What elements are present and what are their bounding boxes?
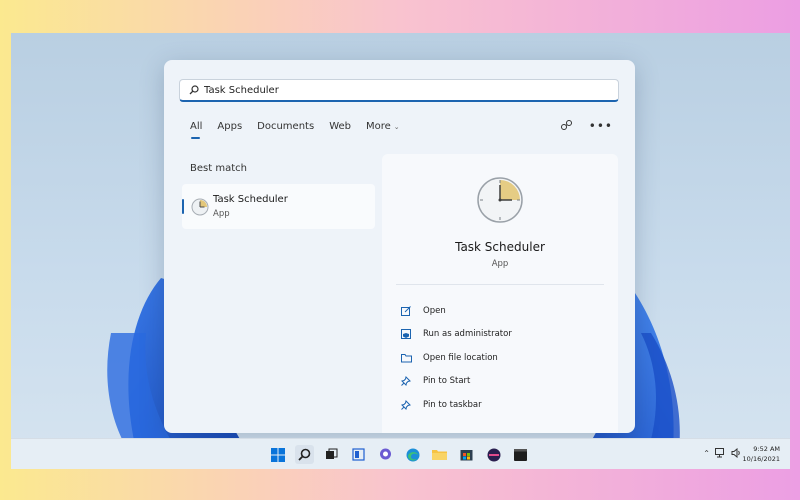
app-detail-type: App bbox=[491, 259, 509, 269]
volume-icon[interactable] bbox=[731, 448, 742, 458]
app-actions-list: Open Run as administrator Open file loca… bbox=[400, 299, 512, 417]
best-match-type: App bbox=[213, 209, 230, 219]
pin-to-taskbar-label: Pin to taskbar bbox=[423, 399, 482, 410]
search-box[interactable] bbox=[179, 79, 619, 102]
tab-more-label: More bbox=[366, 121, 391, 132]
tab-more[interactable]: More ⌄ bbox=[366, 121, 400, 132]
app-detail-pane: Task Scheduler App Open Run as administr… bbox=[382, 154, 618, 433]
admin-shield-icon bbox=[400, 328, 412, 340]
pin-to-start-action[interactable]: Pin to Start bbox=[400, 370, 512, 394]
taskbar: ⌃ 9:52 AM 10/16/2021 bbox=[11, 438, 790, 469]
tab-all[interactable]: All bbox=[190, 121, 202, 139]
best-match-name: Task Scheduler bbox=[213, 194, 288, 205]
more-options-icon[interactable]: ••• bbox=[589, 120, 613, 132]
file-explorer-icon[interactable] bbox=[430, 445, 449, 464]
pin-to-start-label: Pin to Start bbox=[423, 376, 471, 387]
pin-icon bbox=[400, 399, 412, 411]
chevron-down-icon: ⌄ bbox=[393, 123, 400, 131]
clock-time: 9:52 AM bbox=[753, 445, 780, 453]
search-tabs: All Apps Documents Web More ⌄ bbox=[190, 121, 415, 139]
clock-date: 10/16/2021 bbox=[742, 455, 780, 463]
open-icon bbox=[400, 305, 412, 317]
terminal-icon[interactable] bbox=[511, 445, 530, 464]
edge-icon[interactable] bbox=[403, 445, 422, 464]
task-view-icon[interactable] bbox=[322, 445, 341, 464]
divider bbox=[396, 284, 604, 285]
start-search-panel: All Apps Documents Web More⌄ ••• Best ma… bbox=[164, 60, 635, 433]
run-as-admin-action[interactable]: Run as administrator bbox=[400, 323, 512, 347]
chat-icon[interactable] bbox=[376, 445, 395, 464]
open-file-location-label: Open file location bbox=[423, 352, 498, 363]
open-action-label: Open bbox=[423, 305, 446, 316]
desktop: All Apps Documents Web More⌄ ••• Best ma… bbox=[11, 33, 790, 469]
search-icon[interactable] bbox=[295, 445, 314, 464]
media-icon[interactable] bbox=[484, 445, 503, 464]
tab-documents[interactable]: Documents bbox=[257, 121, 314, 132]
store-icon[interactable] bbox=[457, 445, 476, 464]
system-tray: ⌃ bbox=[703, 448, 742, 458]
tab-web[interactable]: Web bbox=[329, 121, 351, 132]
chevron-up-icon[interactable]: ⌃ bbox=[703, 449, 710, 458]
open-action[interactable]: Open bbox=[400, 299, 512, 323]
share-icon[interactable] bbox=[560, 119, 573, 132]
best-match-item[interactable]: Task Scheduler App bbox=[182, 184, 375, 229]
tab-apps[interactable]: Apps bbox=[217, 121, 242, 132]
task-scheduler-clock-icon bbox=[477, 177, 523, 223]
taskbar-apps bbox=[268, 445, 530, 464]
search-icon bbox=[189, 85, 199, 95]
folder-icon bbox=[400, 352, 412, 364]
taskbar-clock[interactable]: 9:52 AM 10/16/2021 bbox=[743, 444, 780, 464]
header-actions: ••• bbox=[560, 119, 613, 132]
open-file-location-action[interactable]: Open file location bbox=[400, 346, 512, 370]
task-scheduler-clock-icon bbox=[191, 198, 209, 216]
widgets-icon[interactable] bbox=[349, 445, 368, 464]
best-match-heading: Best match bbox=[190, 163, 247, 174]
app-detail-name: Task Scheduler bbox=[455, 240, 545, 254]
windows-start-icon[interactable] bbox=[268, 445, 287, 464]
selection-indicator bbox=[182, 199, 184, 214]
network-icon[interactable] bbox=[715, 448, 726, 458]
search-input[interactable] bbox=[204, 84, 604, 96]
pin-to-taskbar-action[interactable]: Pin to taskbar bbox=[400, 393, 512, 417]
pin-icon bbox=[400, 375, 412, 387]
run-as-admin-label: Run as administrator bbox=[423, 329, 512, 340]
